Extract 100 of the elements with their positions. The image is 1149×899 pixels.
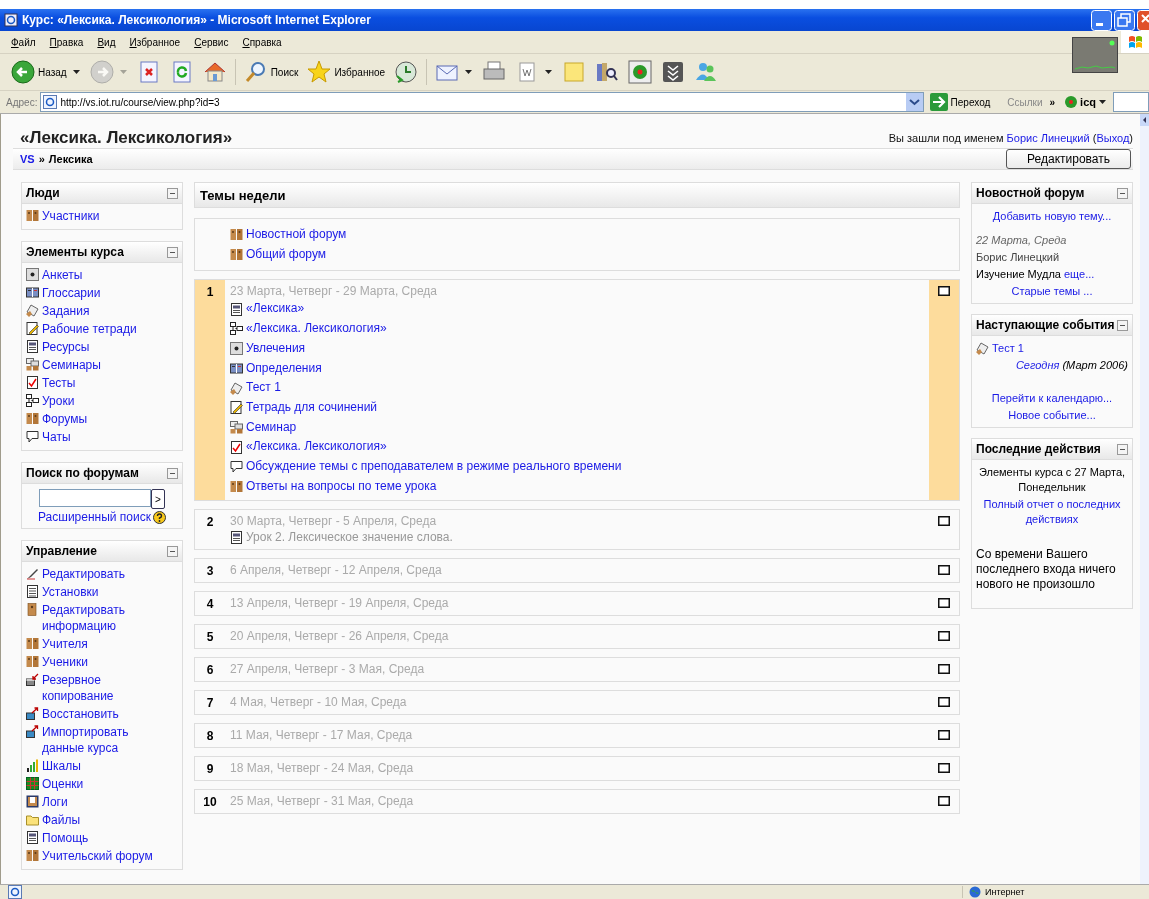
activity-link[interactable]: Ответы на вопросы по теме урока	[246, 476, 437, 497]
activity-link[interactable]: Новостной форум	[246, 225, 347, 245]
highlight-toggle-icon[interactable]	[938, 730, 950, 741]
close-icon[interactable]	[1137, 9, 1149, 31]
sidebar-link[interactable]: Глоссарии	[42, 284, 101, 302]
sidebar-link[interactable]: Установки	[42, 583, 99, 601]
collapse-icon[interactable]	[167, 545, 178, 557]
sidebar-link[interactable]: Задания	[42, 302, 90, 320]
edit-button[interactable]: Редактировать	[1006, 149, 1131, 169]
menu-item[interactable]: Избранное	[124, 36, 190, 48]
activity-link[interactable]: «Лексика. Лексикология»	[246, 319, 387, 339]
activity-link[interactable]: Общий форум	[246, 244, 327, 265]
advanced-search-link[interactable]: Расширенный поиск	[38, 510, 151, 524]
caret-icon[interactable]	[545, 70, 553, 74]
link[interactable]: Борис Линецкий	[1006, 132, 1090, 144]
link[interactable]: Новое событие...	[976, 408, 1128, 423]
activity-link[interactable]: «Лексика. Лексикология»	[246, 437, 387, 458]
highlight-toggle-icon[interactable]	[938, 286, 950, 297]
caret-icon[interactable]	[465, 70, 473, 74]
sidebar-link[interactable]: Оценки	[42, 775, 84, 793]
address-field[interactable]: http://vs.iot.ru/course/view.php?id=3	[40, 92, 924, 112]
link[interactable]: еще...	[1064, 268, 1095, 280]
restore-icon[interactable]	[1114, 9, 1135, 31]
activity-link[interactable]: Увлечения	[246, 338, 306, 359]
highlight-toggle-icon[interactable]	[938, 796, 950, 807]
more-button[interactable]: »	[1049, 96, 1062, 108]
sidebar-link[interactable]: Редактировать	[42, 565, 125, 583]
sidebar-link[interactable]: Учителя	[42, 635, 88, 653]
home-icon[interactable]	[202, 60, 227, 84]
link[interactable]: Добавить новую тему...	[976, 209, 1128, 224]
activity-link[interactable]: Семинар	[246, 417, 297, 438]
collapse-icon[interactable]	[1117, 187, 1128, 199]
block-title: Управление	[26, 544, 97, 558]
sidebar-link[interactable]: Участники	[42, 207, 100, 225]
sidebar-link[interactable]: Ученики	[42, 653, 88, 671]
search-button[interactable]: Поиск	[240, 58, 302, 86]
go-button[interactable]: Переход	[926, 93, 1001, 111]
collapse-icon[interactable]	[167, 246, 178, 258]
sidebar-link[interactable]: Семинары	[42, 356, 101, 374]
menu-item[interactable]: Файл	[6, 36, 45, 48]
menu-item[interactable]: Справка	[237, 36, 291, 48]
sidebar-link[interactable]: Ресурсы	[42, 338, 90, 356]
scrollbar[interactable]	[1140, 114, 1149, 884]
sidebar-link[interactable]: Резервное копирование	[42, 671, 160, 705]
icq-button[interactable]: icq	[1064, 95, 1096, 109]
favorites-button[interactable]: Избранное	[304, 58, 389, 86]
link[interactable]: Тест 1	[992, 341, 1024, 356]
activity-link[interactable]: Тетрадь для сочинений	[246, 397, 378, 418]
highlight-toggle-icon[interactable]	[938, 598, 950, 609]
breadcrumb-link[interactable]: VS	[20, 153, 35, 165]
activity-link[interactable]: «Лексика»	[246, 299, 305, 320]
caret-icon[interactable]	[72, 70, 80, 74]
search-button[interactable]: >	[151, 489, 165, 509]
sidebar-link[interactable]: Уроки	[42, 392, 75, 410]
collapse-icon[interactable]	[167, 187, 178, 199]
minimize-icon[interactable]	[1091, 9, 1112, 31]
highlight-toggle-icon[interactable]	[938, 763, 950, 774]
sidebar-link[interactable]: Редактировать информацию	[42, 601, 160, 635]
collapse-icon[interactable]	[1117, 319, 1128, 331]
sidebar-link[interactable]: Файлы	[42, 811, 81, 829]
activity-link[interactable]: Тест 1	[246, 378, 281, 398]
week-number: 7	[206, 696, 214, 711]
activity-link[interactable]: Определения	[246, 358, 322, 379]
sidebar-link[interactable]: Чаты	[42, 428, 71, 446]
collapse-icon[interactable]	[1117, 443, 1128, 455]
sidebar-link[interactable]: Тесты	[42, 374, 76, 392]
sidebar-link[interactable]: Анкеты	[42, 266, 83, 284]
link[interactable]: Перейти к календарю...	[976, 391, 1128, 406]
menu-item[interactable]: Правка	[44, 36, 93, 48]
text-field[interactable]	[1113, 92, 1149, 112]
help-icon[interactable]	[153, 510, 166, 524]
highlight-toggle-icon[interactable]	[938, 565, 950, 576]
flower-icon[interactable]	[628, 60, 653, 84]
menu-item[interactable]: Сервис	[189, 36, 238, 48]
sidebar-link[interactable]: Шкалы	[42, 757, 81, 775]
highlight-toggle-icon[interactable]	[938, 664, 950, 675]
highlight-toggle-icon[interactable]	[938, 697, 950, 708]
sidebar-link[interactable]: Учительский форум	[42, 847, 153, 865]
menu-item[interactable]: Вид	[92, 36, 125, 48]
caret-icon[interactable]	[1099, 100, 1106, 104]
books-magnifier-icon[interactable]	[595, 60, 620, 84]
sidebar-link[interactable]: Рабочие тетради	[42, 320, 137, 338]
sidebar-link[interactable]: Помощь	[42, 829, 89, 847]
back-button[interactable]: Назад	[8, 58, 70, 86]
sidebar-link[interactable]: Форумы	[42, 410, 88, 428]
highlight-toggle-icon[interactable]	[938, 631, 950, 642]
sidebar-link[interactable]: Восстановить	[42, 705, 119, 723]
link[interactable]: Старые темы ...	[976, 284, 1128, 299]
link[interactable]: Сегодня	[1015, 359, 1060, 371]
link[interactable]: Полный отчет о последних действиях	[976, 497, 1128, 527]
search-field[interactable]	[39, 489, 151, 507]
highlight-toggle-icon[interactable]	[938, 516, 950, 527]
chevrons-icon[interactable]	[661, 60, 686, 84]
arrow-icon[interactable]	[1140, 114, 1149, 126]
dropdown-icon[interactable]	[905, 93, 923, 111]
sidebar-link[interactable]: Импортировать данные курса	[42, 723, 160, 757]
sidebar-link[interactable]: Логи	[42, 793, 68, 811]
activity-link[interactable]: Обсуждение темы с преподавателем в режиме реального времени	[246, 457, 622, 477]
link[interactable]: Выход	[1096, 132, 1130, 144]
collapse-icon[interactable]	[167, 467, 178, 479]
